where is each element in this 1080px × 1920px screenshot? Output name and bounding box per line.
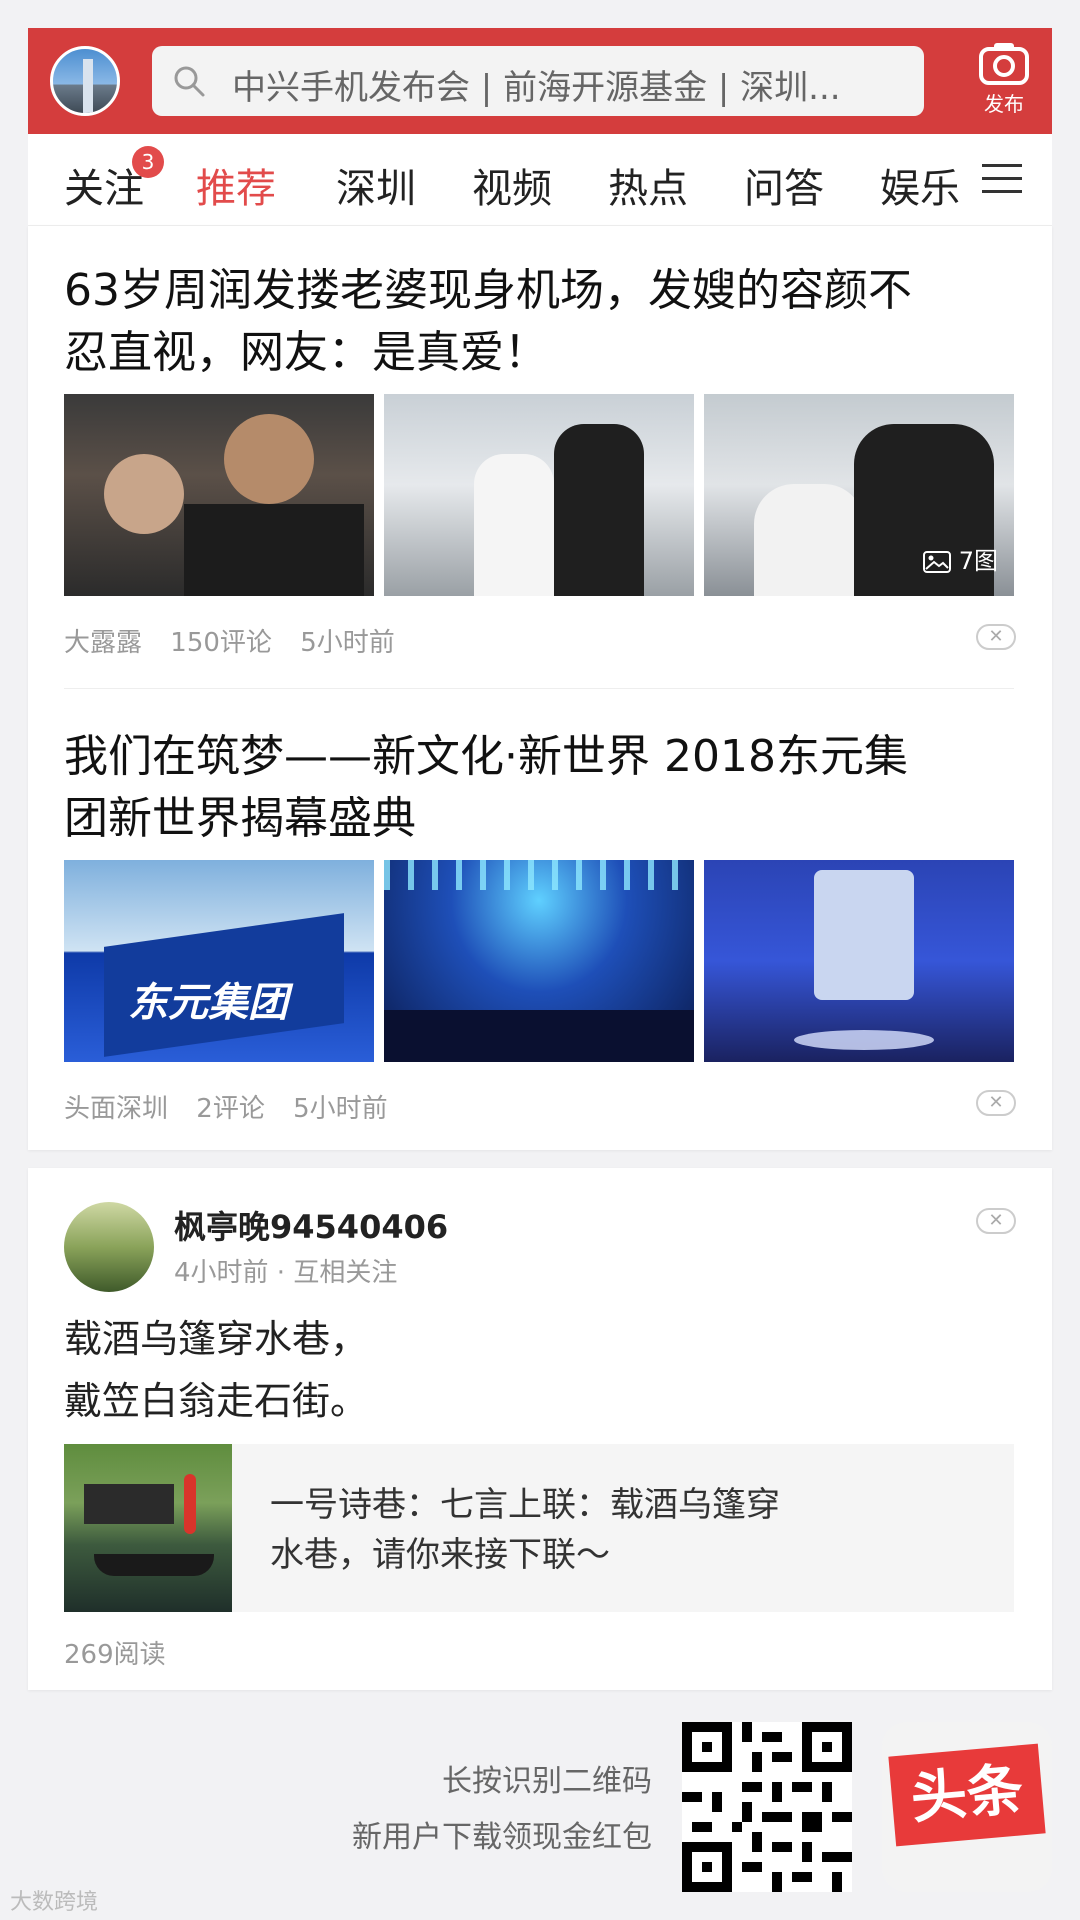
tab-qa[interactable]: 问答 [744,156,824,214]
top-bar: 中兴手机发布会 | 前海开源基金 | 深圳... 发布 [28,28,1052,134]
article-source[interactable]: 大露露 [64,628,142,658]
post-subtitle: 4小时前 · 互相关注 [174,1258,398,1288]
footer-line: 长按识别二维码 [442,1764,652,1799]
footer-line: 新用户下载领现金红包 [352,1820,652,1855]
post-text[interactable]: 载酒乌篷穿水巷， 戴笠白翁走石街。 [64,1308,368,1432]
dismiss-button[interactable]: ✕ [976,1208,1016,1234]
article-image [384,394,694,596]
comment-count: 2评论 [196,1094,265,1124]
article-title[interactable]: 63岁周润发搂老婆现身机场，发嫂的容颜不 忍直视，网友：是真爱！ [64,260,1024,384]
article-source[interactable]: 头面深圳 [64,1094,168,1124]
search-input[interactable]: 中兴手机发布会 | 前海开源基金 | 深圳... [152,46,924,116]
article-meta: 头面深圳 2评论 5小时前 [64,1088,408,1125]
publish-button[interactable]: 发布 [972,40,1036,117]
article-image [384,860,694,1062]
article-title[interactable]: 我们在筑梦——新文化·新世界 2018东元集 团新世界揭幕盛典 [64,726,1024,850]
tab-shenzhen[interactable]: 深圳 [336,156,416,214]
watermark: 大数跨境 [10,1890,99,1915]
linked-article[interactable]: 一号诗巷：七言上联：载酒乌篷穿 水巷，请你来接下联～ [64,1444,1014,1612]
feed-card: 63岁周润发搂老婆现身机场，发嫂的容颜不 忍直视，网友：是真爱！ 7图 大露露 … [28,226,1052,1150]
publish-time: 5小时前 [293,1094,388,1124]
linked-article-image [64,1444,232,1612]
article-meta: 大露露 150评论 5小时前 [64,622,415,659]
username[interactable]: 枫亭晚94540406 [174,1202,448,1248]
post-card: 枫亭晚94540406 4小时前 · 互相关注 ✕ 载酒乌篷穿水巷， 戴笠白翁走… [28,1168,1052,1690]
image-icon [923,551,952,573]
user-avatar[interactable] [64,1202,154,1292]
dismiss-button[interactable]: ✕ [976,1090,1016,1116]
channel-tabs: 关注 3 推荐 深圳 视频 热点 问答 娱乐 [28,134,1052,226]
toutiao-logo: 头条 [882,1722,1052,1892]
qr-code[interactable] [682,1722,852,1892]
tab-entertainment[interactable]: 娱乐 [880,156,960,214]
tab-video[interactable]: 视频 [472,156,552,214]
logo-text: 头条 [888,1743,1046,1847]
read-count: 269阅读 [64,1640,166,1670]
menu-icon[interactable] [982,164,1022,194]
linked-article-title: 一号诗巷：七言上联：载酒乌篷穿 水巷，请你来接下联～ [270,1485,780,1575]
article-images[interactable]: 东元集团 [64,860,1014,1062]
divider [64,688,1014,689]
image-caption: 东元集团 [128,980,288,1026]
article-image: 东元集团 [64,860,374,1062]
tab-recommend[interactable]: 推荐 [196,156,276,214]
article-image: 7图 [704,394,1014,596]
search-placeholder: 中兴手机发布会 | 前海开源基金 | 深圳... [232,68,841,108]
search-icon [174,66,205,97]
publish-label: 发布 [984,92,1024,116]
city-avatar[interactable] [50,46,120,116]
camera-icon [979,43,1029,85]
article-image [704,860,1014,1062]
publish-time: 5小时前 [300,628,395,658]
article-images[interactable]: 7图 [64,394,1014,596]
picture-count: 7图 [923,541,998,576]
tab-hot[interactable]: 热点 [608,156,688,214]
dismiss-button[interactable]: ✕ [976,624,1016,650]
comment-count: 150评论 [170,628,272,658]
article-image [64,394,374,596]
follow-badge: 3 [132,146,164,178]
